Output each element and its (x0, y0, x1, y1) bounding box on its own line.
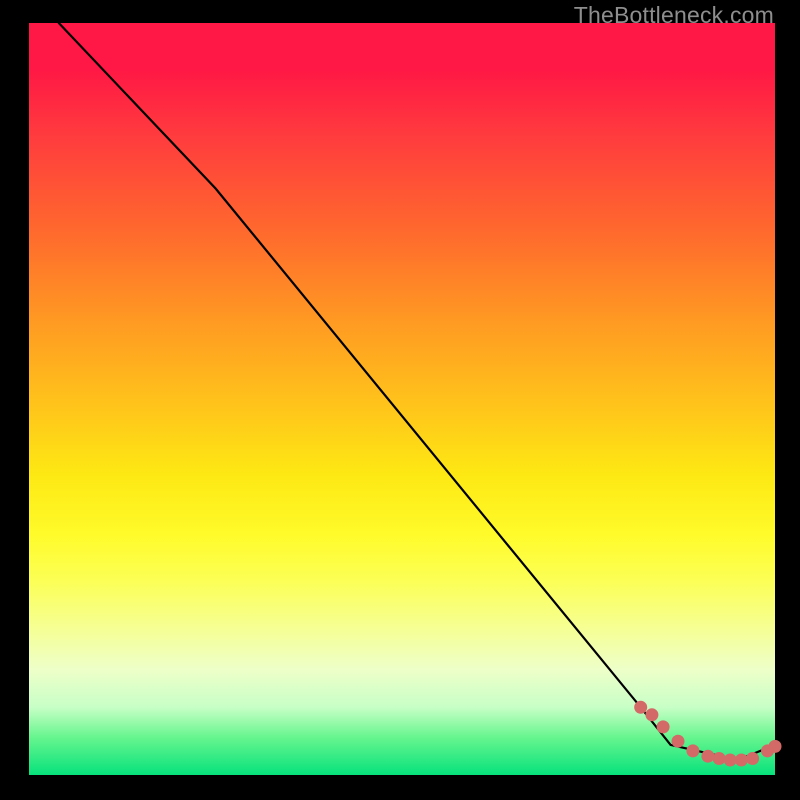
highlight-dots (634, 701, 781, 767)
highlight-dot (713, 752, 726, 765)
highlight-dot (645, 708, 658, 721)
highlight-dot (746, 752, 759, 765)
highlight-dot (686, 744, 699, 757)
watermark-text: TheBottleneck.com (574, 2, 774, 29)
highlight-dot (769, 740, 782, 753)
chart-svg (0, 0, 800, 800)
highlight-dot (701, 750, 714, 763)
curve-line (59, 23, 775, 760)
highlight-dot (672, 735, 685, 748)
chart-frame: TheBottleneck.com (0, 0, 800, 800)
highlight-dot (634, 701, 647, 714)
highlight-dot (657, 720, 670, 733)
highlight-dot (724, 754, 737, 767)
highlight-dot (735, 754, 748, 767)
